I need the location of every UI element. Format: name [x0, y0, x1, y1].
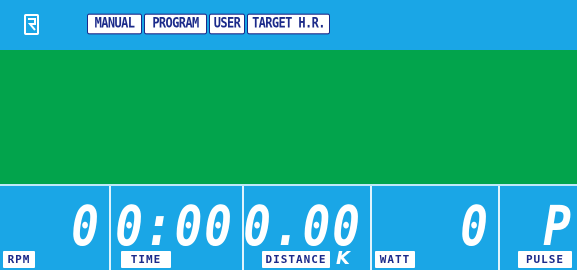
time-panel: 0:00 TIME	[111, 186, 242, 270]
mode-bar: MANUAL PROGRAM USER TARGET H.R.	[0, 0, 577, 48]
time-label: TIME	[121, 251, 171, 268]
profile-matrix-display	[0, 50, 577, 185]
watt-value: 0	[460, 193, 490, 258]
pulse-label: PULSE	[518, 251, 572, 268]
watt-label: WATT	[375, 251, 415, 268]
mode-tab-user[interactable]: USER	[209, 13, 245, 35]
brand-logo-icon	[24, 14, 39, 35]
mode-tab-program[interactable]: PROGRAM	[144, 13, 207, 35]
time-value: 0:00	[115, 193, 234, 258]
distance-unit: K	[336, 248, 350, 269]
rpm-label: RPM	[3, 251, 35, 268]
watt-panel: 0 WATT	[372, 186, 498, 270]
distance-label: DISTANCE	[262, 251, 330, 268]
rpm-panel: 0 RPM	[0, 186, 109, 270]
console-display: MANUAL PROGRAM USER TARGET H.R. 0 RPM 0:…	[0, 0, 577, 270]
readout-row: 0 RPM 0:00 TIME 0.00 DISTANCE K 0 WATT P…	[0, 186, 577, 270]
pulse-value: P	[543, 193, 573, 258]
rpm-value: 0	[71, 193, 101, 258]
mode-tab-manual[interactable]: MANUAL	[87, 13, 142, 35]
distance-panel: 0.00 DISTANCE K	[243, 186, 370, 270]
mode-tab-target-hr[interactable]: TARGET H.R.	[247, 13, 330, 35]
pulse-panel: P PULSE	[500, 186, 577, 270]
